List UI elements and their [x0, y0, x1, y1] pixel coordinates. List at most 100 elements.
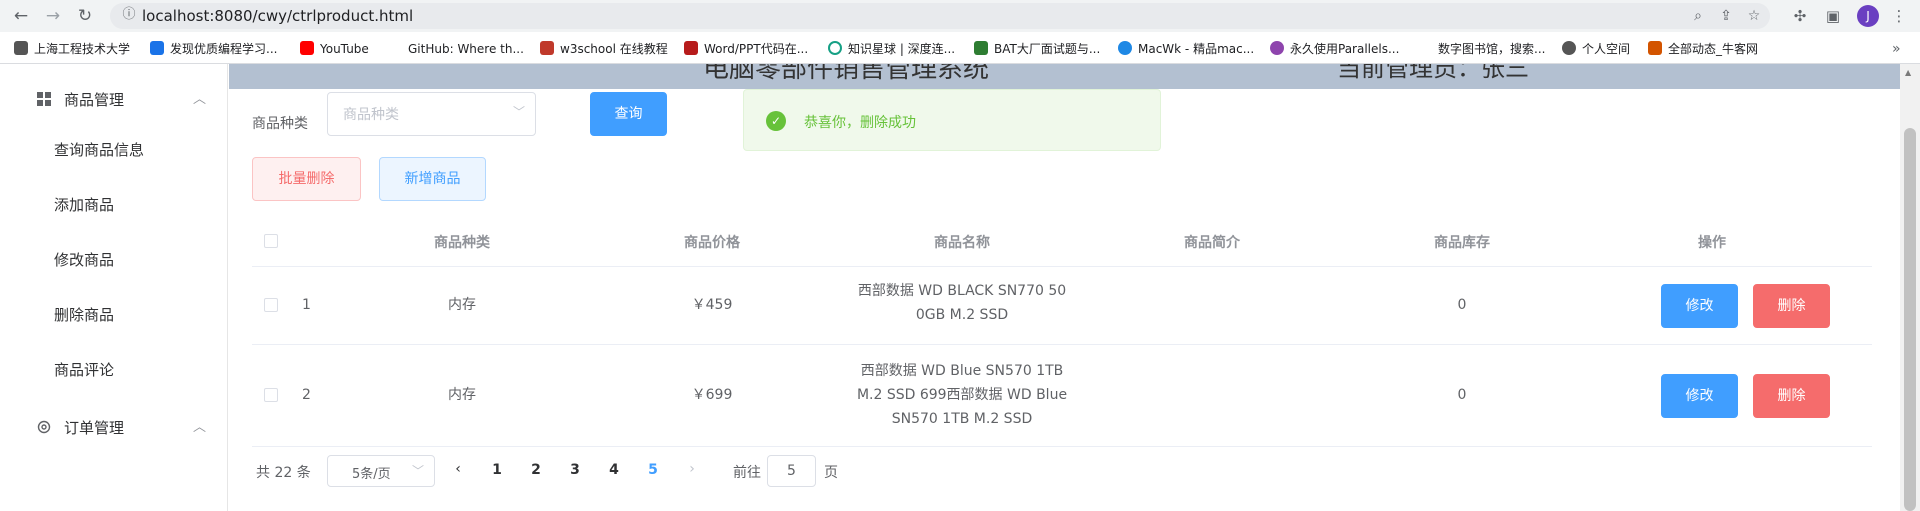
app-title: 电脑零部件销售管理系统 — [703, 64, 990, 84]
bookmark-item[interactable]: 知识星球 | 深度连... — [828, 40, 955, 58]
next-page-icon[interactable]: › — [682, 461, 702, 477]
page-scrollbar[interactable]: ▲ — [1900, 64, 1920, 511]
reload-icon[interactable]: ↻ — [74, 5, 96, 27]
bookmark-favicon-icon — [1270, 41, 1284, 55]
delete-button[interactable]: 删除 — [1753, 284, 1830, 328]
menu-group-label: 订单管理 — [64, 419, 125, 437]
bookmark-item[interactable]: Word/PPT代码在... — [684, 40, 808, 58]
page-number-current[interactable]: 5 — [643, 462, 663, 478]
row-stock: 0 — [1457, 297, 1467, 313]
main-content: 商品种类 商品种类 ﹀ 查询 批量删除 新增商品 商品种类 商品价格 商品名称 … — [229, 89, 1900, 511]
bookmark-favicon-icon — [150, 41, 164, 55]
goto-prefix: 前往 — [733, 465, 761, 481]
youtube-icon — [300, 41, 314, 55]
bookmark-item[interactable]: BAT大厂面试题与... — [974, 40, 1100, 58]
menu-group-label: 商品管理 — [64, 91, 125, 109]
menu-group-products[interactable]: 商品管理 ︿ — [0, 72, 228, 128]
bookmark-favicon-icon — [1418, 41, 1432, 55]
pagination: 共 22 条 5条/页 ﹀ ‹ 1 2 3 4 5 › 前往 5 页 — [256, 455, 1056, 489]
table-row: 1 内存 ￥459 西部数据 WD BLACK SN770 50 0GB M.2… — [252, 267, 1872, 345]
bookmark-favicon-icon — [1118, 41, 1132, 55]
bookmarks-overflow-icon[interactable]: » — [1892, 40, 1901, 58]
edit-button[interactable]: 修改 — [1661, 374, 1738, 418]
sidebar-item-query-products[interactable]: 查询商品信息 — [0, 124, 228, 174]
page-number[interactable]: 1 — [487, 462, 507, 478]
edit-button[interactable]: 修改 — [1661, 284, 1738, 328]
bookmark-favicon-icon — [974, 41, 988, 55]
scrollbar-thumb[interactable] — [1904, 128, 1916, 511]
bookmark-favicon-icon — [828, 41, 842, 55]
chevron-up-icon: ︿ — [193, 92, 207, 107]
delete-button[interactable]: 删除 — [1753, 374, 1830, 418]
bookmark-favicon-icon — [1648, 41, 1662, 55]
success-message-text: 恭喜你，删除成功 — [804, 115, 916, 131]
site-info-icon[interactable]: ⓘ — [120, 6, 138, 24]
sidebar-item-product-reviews[interactable]: 商品评论 — [0, 344, 228, 394]
sidebar-item-edit-product[interactable]: 修改商品 — [0, 234, 228, 284]
bookmark-star-icon[interactable]: ☆ — [1744, 6, 1764, 26]
bookmark-item[interactable]: 永久使用Parallels... — [1270, 40, 1399, 58]
column-header: 商品价格 — [684, 235, 740, 251]
row-name: 西部数据 WD Blue SN570 1TB M.2 SSD 699西部数据 W… — [856, 363, 1068, 427]
bookmark-item[interactable]: 数字图书馆，搜索... — [1418, 40, 1545, 58]
forward-arrow-icon[interactable]: → — [42, 5, 64, 27]
address-url[interactable]: localhost:8080/cwy/ctrlproduct.html — [142, 7, 413, 25]
address-bar[interactable]: ⓘ localhost:8080/cwy/ctrlproduct.html ⌕ … — [110, 3, 1770, 29]
bookmark-item[interactable]: MacWk - 精品mac... — [1118, 40, 1254, 58]
row-checkbox[interactable] — [264, 298, 278, 312]
row-price: ￥699 — [691, 387, 733, 403]
total-count: 共 22 条 — [256, 465, 311, 481]
column-header: 商品简介 — [1184, 235, 1240, 251]
row-category: 内存 — [448, 297, 476, 313]
bookmark-item[interactable]: 个人空间 — [1562, 40, 1630, 58]
chevron-down-icon: ﹀ — [411, 464, 424, 478]
page-number[interactable]: 4 — [604, 462, 624, 478]
bookmark-item[interactable]: 全部动态_牛客网 — [1648, 40, 1758, 58]
chevron-up-icon: ︿ — [193, 420, 207, 435]
sidebar-item-delete-product[interactable]: 删除商品 — [0, 289, 228, 339]
bookmark-item[interactable]: 发现优质编程学习... — [150, 40, 277, 58]
grid-icon — [37, 92, 51, 106]
admin-user: 当前管理员：张三 — [1337, 64, 1529, 82]
batch-delete-button[interactable]: 批量删除 — [252, 157, 361, 201]
app-header: 电脑零部件销售管理系统 当前管理员：张三 — [229, 64, 1900, 89]
share-icon[interactable]: ⇪ — [1716, 6, 1736, 26]
page-number[interactable]: 3 — [565, 462, 585, 478]
row-checkbox[interactable] — [264, 388, 278, 402]
more-menu-icon[interactable]: ⋮ — [1888, 5, 1910, 27]
prev-page-icon[interactable]: ‹ — [448, 461, 468, 477]
bookmark-item[interactable]: 上海工程技术大学 — [14, 40, 130, 58]
page-number[interactable]: 2 — [526, 462, 546, 478]
table-row: 2 内存 ￥699 西部数据 WD Blue SN570 1TB M.2 SSD… — [252, 345, 1872, 447]
bookmark-item[interactable]: w3school 在线教程 — [540, 40, 668, 58]
profile-avatar[interactable]: J — [1857, 5, 1879, 27]
back-arrow-icon[interactable]: ← — [10, 5, 32, 27]
row-name: 西部数据 WD BLACK SN770 50 0GB M.2 SSD — [857, 283, 1067, 323]
row-price: ￥459 — [691, 297, 733, 313]
column-header: 商品名称 — [934, 235, 990, 251]
side-panel-icon[interactable]: ▣ — [1822, 5, 1844, 27]
scroll-up-icon[interactable]: ▲ — [1905, 68, 1911, 77]
add-product-button[interactable]: 新增商品 — [379, 157, 486, 201]
select-all-checkbox[interactable] — [264, 234, 278, 248]
browser-toolbar: ← → ↻ ⓘ localhost:8080/cwy/ctrlproduct.h… — [0, 0, 1920, 32]
bookmark-favicon-icon — [14, 41, 28, 55]
gear-icon — [37, 420, 51, 434]
row-index: 2 — [302, 387, 311, 403]
query-button[interactable]: 查询 — [590, 92, 667, 136]
extensions-icon[interactable]: ✣ — [1789, 5, 1811, 27]
table-header: 商品种类 商品价格 商品名称 商品简介 商品库存 操作 — [252, 215, 1872, 267]
sidebar-item-add-product[interactable]: 添加商品 — [0, 179, 228, 229]
github-icon — [388, 41, 402, 55]
goto-page-input[interactable]: 5 — [767, 455, 816, 487]
menu-group-orders[interactable]: 订单管理 ︿ — [0, 400, 228, 456]
bookmarks-bar: 上海工程技术大学 发现优质编程学习... YouTube GitHub: Whe… — [0, 32, 1920, 64]
w3school-icon — [540, 41, 554, 55]
bookmark-item[interactable]: YouTube — [300, 40, 369, 58]
row-index: 1 — [302, 297, 311, 313]
category-select[interactable]: 商品种类 ﹀ — [327, 92, 536, 136]
page-size-select[interactable]: 5条/页 ﹀ — [327, 455, 435, 487]
bookmark-item[interactable]: GitHub: Where th... — [388, 40, 524, 58]
goto-suffix: 页 — [824, 465, 838, 481]
zoom-icon[interactable]: ⌕ — [1688, 6, 1708, 26]
